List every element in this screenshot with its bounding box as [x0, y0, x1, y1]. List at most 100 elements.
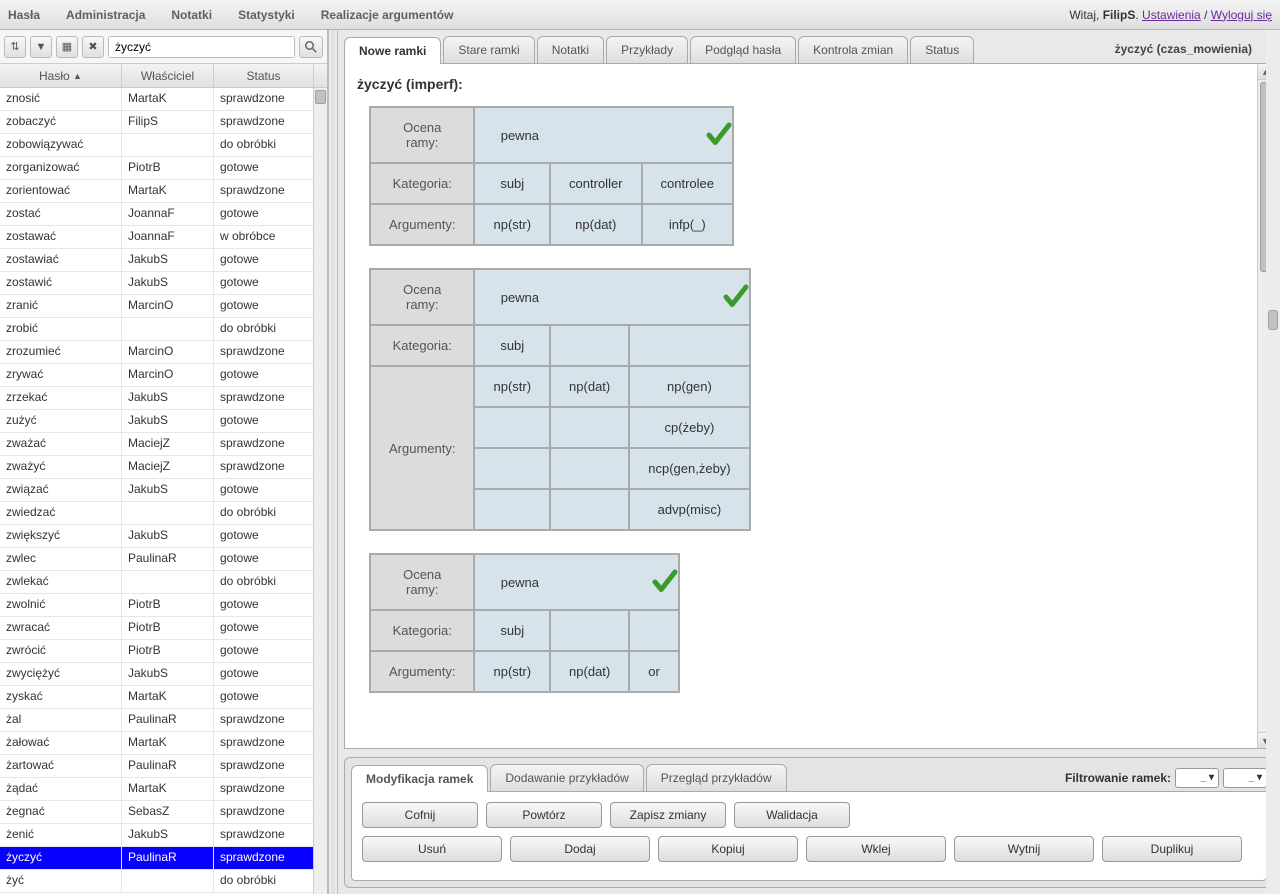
table-row[interactable]: zrzekaćJakubSsprawdzone — [0, 387, 327, 410]
frame-argument-cell[interactable]: or — [629, 651, 679, 692]
frame-argument-cell[interactable]: np(str) — [474, 651, 550, 692]
nav-item-4[interactable]: Realizacje argumentów — [321, 8, 454, 22]
tab-notatki[interactable]: Notatki — [537, 36, 604, 63]
clear-icon[interactable]: ✖ — [82, 36, 104, 58]
table-row[interactable]: zyskaćMartaKgotowe — [0, 686, 327, 709]
table-row[interactable]: zwrócićPiotrBgotowe — [0, 640, 327, 663]
table-row[interactable]: zobowiązywaćdo obróbki — [0, 134, 327, 157]
table-row[interactable]: zwolnićPiotrBgotowe — [0, 594, 327, 617]
bottom-tab-1[interactable]: Dodawanie przykładów — [490, 764, 643, 791]
table-row[interactable]: żałowaćMartaKsprawdzone — [0, 732, 327, 755]
frame-argument-cell[interactable] — [550, 448, 629, 489]
column-haslo[interactable]: Hasło ▲ — [0, 64, 122, 87]
frame-argument-cell[interactable]: np(str) — [474, 366, 550, 407]
frame-argument-cell[interactable]: advp(misc) — [629, 489, 749, 530]
column-wlasciciel[interactable]: Właściciel — [122, 64, 214, 87]
tab-nowe-ramki[interactable]: Nowe ramki — [344, 37, 441, 64]
table-row[interactable]: zwiedzaćdo obróbki — [0, 502, 327, 525]
frame-kategoria-cell[interactable]: subj — [474, 610, 550, 651]
tab-stare-ramki[interactable]: Stare ramki — [443, 36, 534, 63]
vertical-splitter[interactable] — [328, 30, 338, 894]
logout-link[interactable]: Wyloguj się — [1211, 8, 1272, 22]
nav-item-0[interactable]: Hasła — [8, 8, 40, 22]
table-row[interactable]: zostawićJakubSgotowe — [0, 272, 327, 295]
table-row[interactable]: żenićJakubSsprawdzone — [0, 824, 327, 847]
frame-kategoria-cell[interactable] — [550, 325, 629, 366]
bottom-tab-2[interactable]: Przegląd przykładów — [646, 764, 787, 791]
btn-duplikuj[interactable]: Duplikuj — [1102, 836, 1242, 862]
table-row[interactable]: zwyciężyćJakubSgotowe — [0, 663, 327, 686]
filter-select-2[interactable]: _ ▾ — [1223, 768, 1267, 788]
frame-argument-cell[interactable]: infp(_) — [642, 204, 733, 245]
table-row[interactable]: zrobićdo obróbki — [0, 318, 327, 341]
frame-kategoria-cell[interactable] — [550, 610, 629, 651]
tab-podgląd-hasła[interactable]: Podgląd hasła — [690, 36, 796, 63]
grid-icon[interactable]: ▦ — [56, 36, 78, 58]
table-row[interactable]: zorientowaćMartaKsprawdzone — [0, 180, 327, 203]
frame-argument-cell[interactable]: cp(żeby) — [629, 407, 749, 448]
table-row[interactable]: zranićMarcinOgotowe — [0, 295, 327, 318]
table-row[interactable]: zwiększyćJakubSgotowe — [0, 525, 327, 548]
table-row[interactable]: zwracaćPiotrBgotowe — [0, 617, 327, 640]
frame-ocena-value[interactable]: pewna — [474, 554, 678, 610]
frame-argument-cell[interactable]: np(dat) — [550, 366, 629, 407]
frame-kategoria-cell[interactable] — [629, 325, 749, 366]
table-row[interactable]: zorganizowaćPiotrBgotowe — [0, 157, 327, 180]
page-right-rail[interactable] — [1266, 30, 1280, 894]
frame-argument-cell[interactable] — [550, 489, 629, 530]
table-row[interactable]: zużyćJakubSgotowe — [0, 410, 327, 433]
nav-item-3[interactable]: Statystyki — [238, 8, 295, 22]
table-row[interactable]: życzyćPaulinaRsprawdzone — [0, 847, 327, 870]
table-row[interactable]: żartowaćPaulinaRsprawdzone — [0, 755, 327, 778]
table-row[interactable]: zrozumiećMarcinOsprawdzone — [0, 341, 327, 364]
frame-argument-cell[interactable]: ncp(gen,żeby) — [629, 448, 749, 489]
nav-item-2[interactable]: Notatki — [171, 8, 212, 22]
sort-icon[interactable]: ⇅ — [4, 36, 26, 58]
frame-argument-cell[interactable] — [474, 489, 550, 530]
btn-zapisz-zmiany[interactable]: Zapisz zmiany — [610, 802, 726, 828]
tab-kontrola-zmian[interactable]: Kontrola zmian — [798, 36, 908, 63]
table-row[interactable]: zobaczyćFilipSsprawdzone — [0, 111, 327, 134]
frame-argument-cell[interactable]: np(str) — [474, 204, 550, 245]
frame-argument-cell[interactable]: np(dat) — [550, 204, 641, 245]
column-status[interactable]: Status — [214, 64, 314, 87]
filter-icon[interactable]: ▼ — [30, 36, 52, 58]
frame-argument-cell[interactable] — [550, 407, 629, 448]
search-button[interactable] — [299, 36, 323, 58]
frame-argument-cell[interactable]: np(gen) — [629, 366, 749, 407]
table-row[interactable]: zważaćMaciejZsprawdzone — [0, 433, 327, 456]
table-row[interactable]: zostawaćJoannaFw obróbce — [0, 226, 327, 249]
table-row[interactable]: zważyćMaciejZsprawdzone — [0, 456, 327, 479]
table-row[interactable]: zwlekaćdo obróbki — [0, 571, 327, 594]
btn-kopiuj[interactable]: Kopiuj — [658, 836, 798, 862]
tab-status[interactable]: Status — [910, 36, 974, 63]
frame-kategoria-cell[interactable]: controlee — [642, 163, 733, 204]
frame-ocena-value[interactable]: pewna — [474, 269, 749, 325]
frame-kategoria-cell[interactable]: subj — [474, 163, 550, 204]
nav-item-1[interactable]: Administracja — [66, 8, 145, 22]
btn-powtórz[interactable]: Powtórz — [486, 802, 602, 828]
table-row[interactable]: żądaćMartaKsprawdzone — [0, 778, 327, 801]
btn-walidacja[interactable]: Walidacja — [734, 802, 850, 828]
table-row[interactable]: zostaćJoannaFgotowe — [0, 203, 327, 226]
table-row[interactable]: związaćJakubSgotowe — [0, 479, 327, 502]
table-row[interactable]: zwlecPaulinaRgotowe — [0, 548, 327, 571]
search-input[interactable] — [109, 37, 294, 57]
table-row[interactable]: zrywaćMarcinOgotowe — [0, 364, 327, 387]
table-row[interactable]: żyćdo obróbki — [0, 870, 327, 893]
frame-kategoria-cell[interactable]: controller — [550, 163, 641, 204]
settings-link[interactable]: Ustawienia — [1142, 8, 1201, 22]
frame-ocena-value[interactable]: pewna — [474, 107, 733, 163]
btn-wytnij[interactable]: Wytnij — [954, 836, 1094, 862]
btn-wklej[interactable]: Wklej — [806, 836, 946, 862]
btn-dodaj[interactable]: Dodaj — [510, 836, 650, 862]
tab-przykłady[interactable]: Przykłady — [606, 36, 688, 63]
table-row[interactable]: żalPaulinaRsprawdzone — [0, 709, 327, 732]
frame-argument-cell[interactable]: np(dat) — [550, 651, 629, 692]
frame-kategoria-cell[interactable] — [629, 610, 679, 651]
frame-kategoria-cell[interactable]: subj — [474, 325, 550, 366]
filter-select-1[interactable]: _ ▾ — [1175, 768, 1219, 788]
table-row[interactable]: znosićMartaKsprawdzone — [0, 88, 327, 111]
btn-usuń[interactable]: Usuń — [362, 836, 502, 862]
btn-cofnij[interactable]: Cofnij — [362, 802, 478, 828]
